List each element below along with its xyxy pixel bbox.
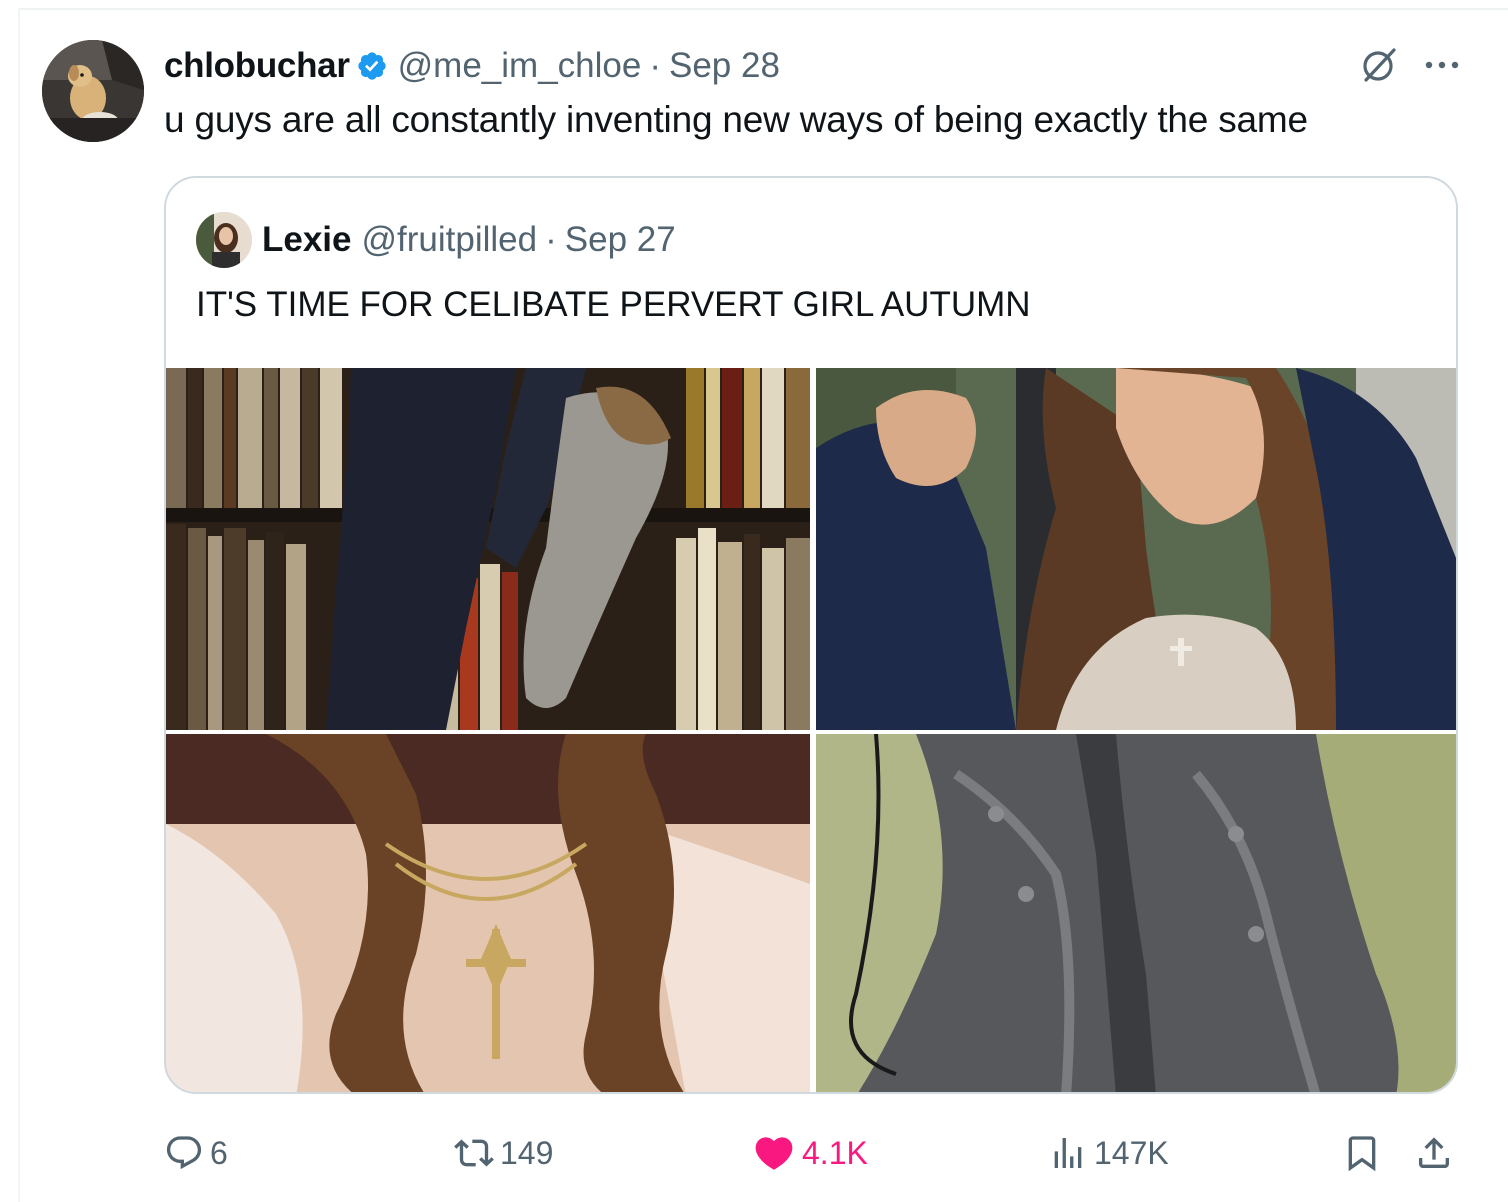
quoted-author-avatar[interactable]	[196, 212, 252, 268]
tweet-text: u guys are all constantly inventing new …	[164, 99, 1308, 140]
author-handle[interactable]: @me_im_chloe	[398, 46, 642, 86]
quoted-author-name[interactable]: Lexie	[262, 220, 352, 260]
retweet-button[interactable]: 149	[454, 1124, 553, 1182]
header-actions	[1358, 44, 1460, 86]
like-button[interactable]: 4.1K	[752, 1124, 868, 1182]
retweet-icon	[454, 1133, 494, 1173]
media-grid	[166, 368, 1456, 1092]
quoted-header-separator: ·	[545, 220, 557, 259]
analytics-icon	[1048, 1133, 1088, 1173]
share-button[interactable]	[1414, 1124, 1460, 1182]
more-options-icon[interactable]	[1424, 59, 1460, 71]
quoted-tweet-card[interactable]: Lexie @fruitpilled · Sep 27 IT'S TIME FO…	[164, 176, 1458, 1094]
author-avatar[interactable]	[42, 40, 144, 142]
quoted-author-handle[interactable]: @fruitpilled	[362, 220, 538, 260]
reply-button[interactable]: 6	[164, 1124, 228, 1182]
like-count: 4.1K	[802, 1134, 868, 1171]
quoted-tweet-header: Lexie @fruitpilled · Sep 27	[196, 210, 676, 270]
photo-stockings-bookshelf[interactable]	[166, 368, 810, 730]
reply-count: 6	[210, 1134, 228, 1171]
photo-iron-corset[interactable]	[816, 734, 1456, 1092]
tweet-header: chlobuchar @me_im_chloe · Sep 28	[164, 44, 780, 88]
share-icon	[1414, 1133, 1454, 1173]
quoted-tweet-text: IT'S TIME FOR CELIBATE PERVERT GIRL AUTU…	[196, 285, 1031, 324]
photo-necklace-lace[interactable]	[166, 734, 810, 1092]
quoted-tweet-date[interactable]: Sep 27	[565, 220, 676, 260]
grok-icon[interactable]	[1358, 44, 1400, 86]
views-button[interactable]: 147K	[1048, 1124, 1169, 1182]
author-display-name[interactable]: chlobuchar	[164, 46, 350, 86]
verified-badge-icon	[356, 50, 388, 82]
heart-icon	[752, 1131, 796, 1175]
reply-icon	[164, 1133, 204, 1173]
bookmark-button[interactable]	[1342, 1124, 1388, 1182]
bookmark-icon	[1342, 1133, 1382, 1173]
photo-woman-hair[interactable]	[816, 368, 1456, 730]
left-divider	[18, 8, 20, 1202]
header-separator: ·	[649, 46, 661, 85]
tweet-date[interactable]: Sep 28	[669, 46, 780, 86]
top-divider	[18, 8, 1508, 10]
retweet-count: 149	[500, 1134, 554, 1171]
views-count: 147K	[1094, 1134, 1169, 1171]
tweet-action-bar: 6 149 4.1K 147K	[164, 1124, 1458, 1182]
